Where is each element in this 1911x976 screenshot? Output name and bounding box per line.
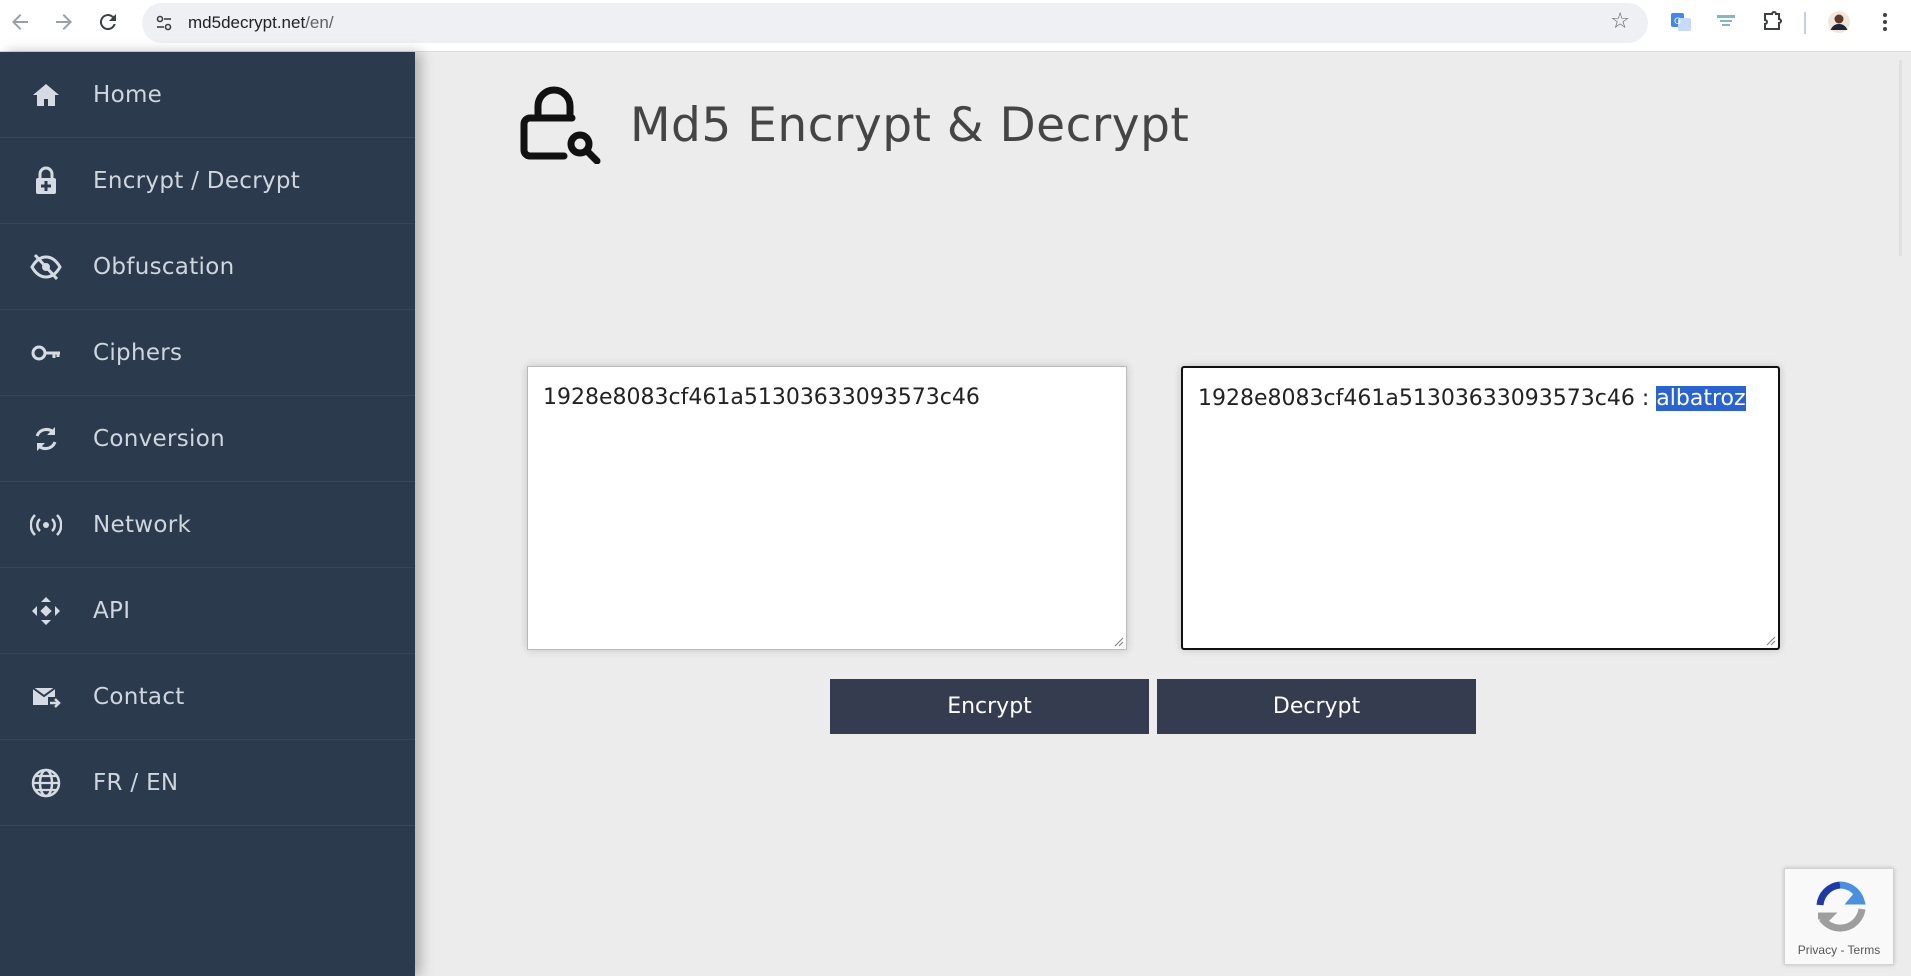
bookmark-star-icon[interactable]: ☆ xyxy=(1610,11,1630,33)
sync-icon xyxy=(35,427,57,451)
sidebar-item-label: Contact xyxy=(93,684,185,710)
sidebar-item-encrypt-decrypt[interactable]: Encrypt / Decrypt xyxy=(0,138,415,224)
sidebar-item-contact[interactable]: Contact xyxy=(0,654,415,740)
lock-search-icon xyxy=(520,86,601,164)
sidebar-item-conversion[interactable]: Conversion xyxy=(0,396,415,482)
url-host: md5decrypt.net xyxy=(188,13,306,32)
sidebar-item-ciphers[interactable]: Ciphers xyxy=(0,310,415,396)
site-settings-icon[interactable] xyxy=(154,13,174,33)
sidebar-item-label: Encrypt / Decrypt xyxy=(93,168,301,194)
result-textarea[interactable]: 1928e8083cf461a51303633093573c46 : albat… xyxy=(1181,366,1780,650)
url-text[interactable]: md5decrypt.net/en/ xyxy=(188,13,334,33)
page-scrollbar[interactable] xyxy=(1899,60,1902,256)
sidebar-item-label: API xyxy=(93,598,131,624)
recaptcha-links[interactable]: Privacy - Terms xyxy=(1785,943,1893,957)
extension-icon[interactable] xyxy=(1714,10,1738,34)
sidebar-item-api[interactable]: API xyxy=(0,568,415,654)
extensions-puzzle-icon[interactable] xyxy=(1760,10,1784,34)
browser-toolbar: md5decrypt.net/en/ ☆ G xyxy=(0,0,1911,52)
lock-plus-icon xyxy=(36,166,56,194)
sidebar: Home Encrypt / Decrypt Obfuscation Ciphe… xyxy=(0,52,415,976)
sidebar-item-obfuscation[interactable]: Obfuscation xyxy=(0,224,415,310)
sidebar-item-label: Home xyxy=(93,82,163,108)
encrypt-button[interactable]: Encrypt xyxy=(830,679,1149,734)
globe-icon xyxy=(31,768,61,798)
resize-grip-icon[interactable] xyxy=(1112,635,1124,647)
hash-input-textarea[interactable]: 1928e8083cf461a51303633093573c46 xyxy=(527,366,1127,650)
address-bar[interactable]: md5decrypt.net/en/ ☆ xyxy=(142,3,1648,43)
api-arrows-icon xyxy=(32,597,60,625)
page-title: Md5 Encrypt & Decrypt xyxy=(630,98,1190,153)
sidebar-item-label: Network xyxy=(93,512,192,538)
recaptcha-icon xyxy=(1816,881,1866,932)
profile-avatar[interactable] xyxy=(1827,10,1851,34)
broadcast-icon xyxy=(30,514,62,536)
home-icon xyxy=(33,84,59,106)
key-icon xyxy=(31,345,60,361)
url-path: /en/ xyxy=(305,13,334,32)
sidebar-item-language[interactable]: FR / EN xyxy=(0,740,415,826)
more-menu-icon[interactable] xyxy=(1873,10,1897,34)
mail-forward-icon xyxy=(32,687,61,708)
sidebar-item-network[interactable]: Network xyxy=(0,482,415,568)
result-hash: 1928e8083cf461a51303633093573c46 : xyxy=(1198,386,1657,411)
sidebar-item-label: Obfuscation xyxy=(93,254,235,280)
sidebar-item-label: FR / EN xyxy=(93,770,179,796)
svg-text:G: G xyxy=(1674,17,1681,27)
back-icon[interactable] xyxy=(8,10,32,34)
decrypt-button[interactable]: Decrypt xyxy=(1157,679,1476,734)
selected-plaintext[interactable]: albatroz xyxy=(1656,386,1746,411)
sidebar-item-label: Ciphers xyxy=(93,340,183,366)
resize-grip-icon[interactable] xyxy=(1764,634,1776,646)
forward-icon[interactable] xyxy=(52,10,76,34)
reload-icon[interactable] xyxy=(96,10,120,34)
input-text[interactable]: 1928e8083cf461a51303633093573c46 xyxy=(543,385,980,410)
result-text[interactable]: 1928e8083cf461a51303633093573c46 : albat… xyxy=(1198,386,1746,411)
eye-slash-icon xyxy=(30,253,62,281)
google-translate-icon[interactable]: G xyxy=(1669,10,1693,34)
recaptcha-badge[interactable]: Privacy - Terms xyxy=(1784,868,1894,965)
sidebar-item-label: Conversion xyxy=(93,426,225,452)
toolbar-divider xyxy=(1804,12,1806,34)
sidebar-item-home[interactable]: Home xyxy=(0,52,415,138)
